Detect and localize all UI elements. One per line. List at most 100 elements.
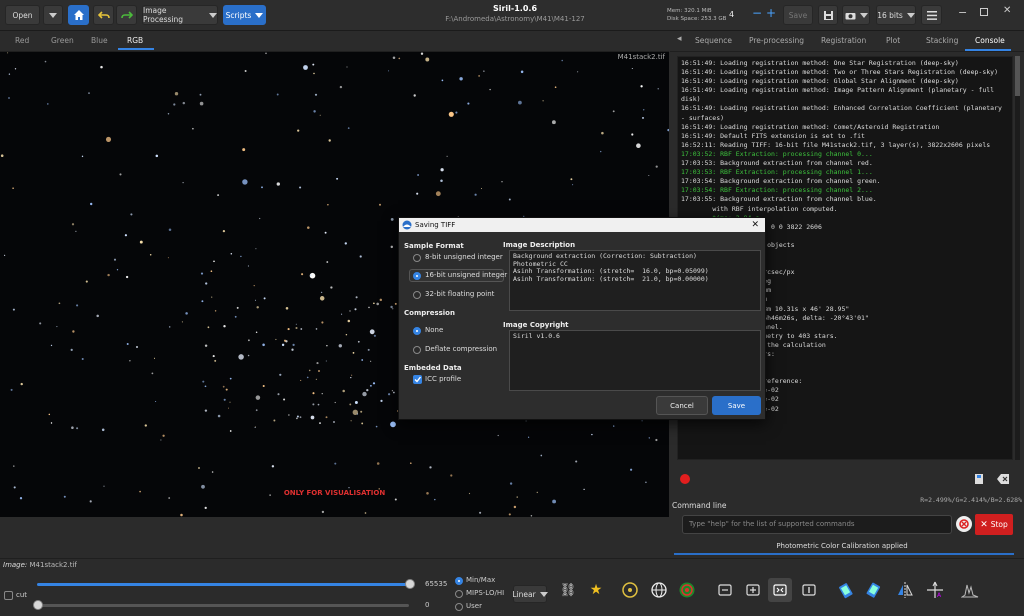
console-scrollbar[interactable] <box>1015 56 1020 460</box>
tab-pre-processing[interactable]: Pre-processing <box>749 36 804 45</box>
star <box>8 97 10 99</box>
undo-button[interactable] <box>93 5 114 25</box>
zoom-in-button[interactable] <box>741 578 765 602</box>
image-processing-menu[interactable]: Image Processing <box>142 5 218 25</box>
max-slider-track[interactable] <box>37 583 409 586</box>
main-menu-button[interactable] <box>921 5 942 25</box>
star <box>450 474 453 477</box>
star <box>320 291 323 294</box>
console-line: 17:03:54: Background extraction from cha… <box>681 177 881 186</box>
max-slider-handle[interactable] <box>405 579 415 589</box>
redo-button[interactable] <box>116 5 137 25</box>
star <box>368 306 370 309</box>
tab-registration[interactable]: Registration <box>821 36 866 45</box>
star <box>212 355 215 358</box>
zoom-out-button[interactable] <box>713 578 737 602</box>
astrometry-button[interactable]: A <box>923 578 947 602</box>
star <box>283 398 286 401</box>
rotate-right-button[interactable] <box>862 578 886 602</box>
panel-collapse-icon[interactable]: ◂ <box>677 34 682 44</box>
max-value[interactable]: 65535 <box>425 580 447 588</box>
open-button[interactable]: Open <box>5 5 40 25</box>
min-slider-track[interactable] <box>37 604 409 607</box>
format-8bit-radio[interactable] <box>413 254 421 262</box>
minmax-radio[interactable] <box>455 577 463 585</box>
thread-decrease-button[interactable]: − <box>752 6 762 20</box>
clear-command-button[interactable] <box>956 516 972 532</box>
save-button[interactable]: Save <box>783 5 813 25</box>
command-input[interactable]: Type "help" for the list of supported co… <box>682 515 952 534</box>
star <box>296 417 298 420</box>
min-slider-handle[interactable] <box>33 600 43 610</box>
star <box>12 308 15 311</box>
star <box>319 422 321 425</box>
format-32bit-label: 32-bit floating point <box>425 290 495 298</box>
dialog-close-icon[interactable]: ✕ <box>751 218 759 232</box>
annotate-button[interactable] <box>647 578 671 602</box>
icc-profile-checkbox[interactable] <box>413 375 422 384</box>
tab-blue[interactable]: Blue <box>91 36 108 45</box>
zoom-fit-button[interactable] <box>768 578 792 602</box>
min-value[interactable]: 0 <box>425 601 429 609</box>
snapshot-button[interactable] <box>818 5 838 25</box>
tab-green[interactable]: Green <box>51 36 74 45</box>
mirror-x-button[interactable] <box>618 578 642 602</box>
cut-checkbox[interactable] <box>4 591 13 600</box>
star <box>8 73 11 75</box>
star <box>392 56 396 60</box>
false-color-button[interactable]: ★ <box>584 578 608 602</box>
stop-button[interactable]: ✕ Stop <box>975 514 1013 535</box>
star <box>277 393 280 396</box>
minimize-button[interactable]: − <box>958 6 967 19</box>
star <box>56 326 58 328</box>
console-scroll-thumb[interactable] <box>1015 56 1020 96</box>
star <box>151 372 154 375</box>
tab-stacking[interactable]: Stacking <box>926 36 958 45</box>
image-copyright-textarea[interactable]: Siril v1.0.6 <box>509 330 761 391</box>
save-log-icon[interactable] <box>973 474 985 484</box>
home-button[interactable] <box>68 5 89 25</box>
clear-log-icon[interactable] <box>997 474 1009 484</box>
close-window-button[interactable]: ✕ <box>1003 5 1011 16</box>
flip-button[interactable] <box>893 578 917 602</box>
star <box>540 454 543 457</box>
star <box>366 388 369 392</box>
maximize-button[interactable] <box>980 8 988 16</box>
bit-depth-dropdown[interactable]: 16 bits <box>876 5 916 25</box>
compression-none-radio[interactable] <box>413 327 421 335</box>
rotate-left-button[interactable] <box>834 578 858 602</box>
photometry-button[interactable] <box>675 578 699 602</box>
histogram-button[interactable] <box>958 578 982 602</box>
star <box>316 362 319 365</box>
image-description-textarea[interactable]: Background extraction (Correction: Subtr… <box>509 250 761 311</box>
tab-console[interactable]: Console <box>975 36 1005 45</box>
thread-increase-button[interactable]: + <box>766 6 776 20</box>
stretch-mode-dropdown[interactable]: Linear <box>512 585 548 603</box>
star <box>342 389 345 393</box>
zoom-one-button[interactable] <box>797 578 821 602</box>
format-16bit-radio[interactable] <box>413 272 421 280</box>
tab-plot[interactable]: Plot <box>886 36 900 45</box>
log-record-icon[interactable] <box>680 474 690 484</box>
save-button[interactable]: Save <box>712 396 761 415</box>
format-32bit-radio[interactable] <box>413 291 421 299</box>
star <box>72 330 75 333</box>
compression-deflate-radio[interactable] <box>413 346 421 354</box>
star <box>350 374 353 376</box>
recent-files-dropdown[interactable] <box>43 5 63 25</box>
star <box>126 343 129 345</box>
user-radio[interactable] <box>455 603 463 611</box>
scripts-menu[interactable]: Scripts <box>223 5 266 25</box>
tab-red[interactable]: Red <box>15 36 29 45</box>
thread-count[interactable]: 4 <box>729 10 734 19</box>
cancel-button[interactable]: Cancel <box>656 396 708 415</box>
camera-dropdown[interactable] <box>842 5 870 25</box>
tab-rgb[interactable]: RGB <box>127 36 143 45</box>
tab-sequence[interactable]: Sequence <box>695 36 732 45</box>
star <box>352 409 358 415</box>
star <box>642 116 644 119</box>
chain-channels-button[interactable]: ⛓ <box>556 578 580 602</box>
star <box>256 306 259 309</box>
star <box>19 497 23 500</box>
mips-radio[interactable] <box>455 590 463 598</box>
